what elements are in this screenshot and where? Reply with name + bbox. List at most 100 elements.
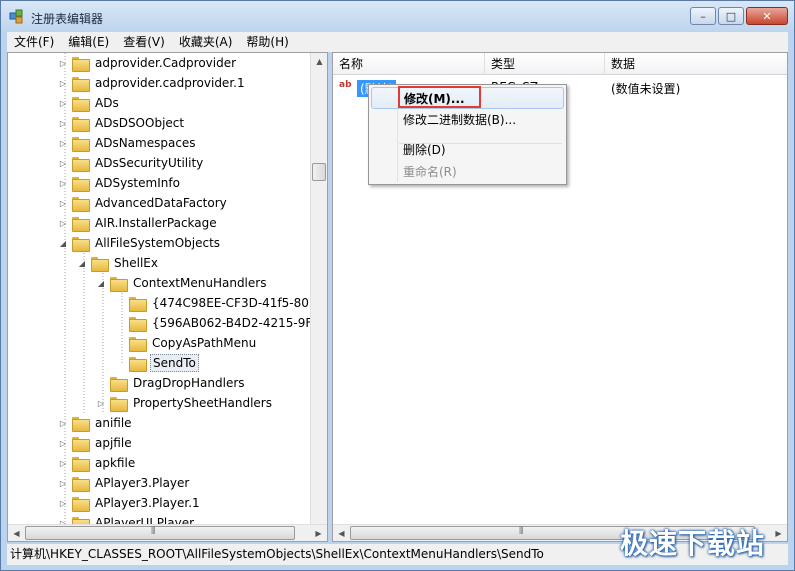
column-header-type[interactable]: 类型 bbox=[485, 53, 605, 75]
highlight-box bbox=[398, 86, 481, 108]
tree-item-label[interactable]: apkfile bbox=[93, 455, 137, 471]
tree-expander-icon[interactable]: ▷ bbox=[58, 218, 68, 228]
tree-expander-icon[interactable]: ▷ bbox=[58, 458, 68, 468]
tree-item[interactable]: SendTo bbox=[115, 353, 199, 373]
tree-expander-icon[interactable]: ◢ bbox=[58, 238, 68, 248]
tree-expander-icon[interactable]: ▷ bbox=[58, 58, 68, 68]
menu-view[interactable]: 查看(V) bbox=[116, 32, 172, 52]
title-bar[interactable]: 注册表编辑器 – □ ✕ bbox=[1, 1, 794, 32]
tree-item-label[interactable]: {474C98EE-CF3D-41f5-80E3 bbox=[150, 295, 326, 311]
folder-icon bbox=[72, 436, 90, 452]
tree-expander-icon[interactable]: ▷ bbox=[58, 418, 68, 428]
tree-expander-icon[interactable]: ▷ bbox=[58, 478, 68, 488]
tree-item-label[interactable]: CopyAsPathMenu bbox=[150, 335, 258, 351]
tree-item[interactable]: ▷ adprovider.cadprovider.1 bbox=[58, 73, 247, 93]
tree-item[interactable]: ▷ ADs bbox=[58, 93, 121, 113]
tree-expander-icon[interactable]: ▷ bbox=[58, 438, 68, 448]
tree-item-label[interactable]: AdvancedDataFactory bbox=[93, 195, 229, 211]
column-header-name[interactable]: 名称 bbox=[333, 53, 485, 75]
tree-item[interactable]: ▷ AIR.InstallerPackage bbox=[58, 213, 219, 233]
tree-item-label[interactable]: DragDropHandlers bbox=[131, 375, 247, 391]
tree-item[interactable]: ▷ PropertySheetHandlers bbox=[96, 393, 274, 413]
tree-item-label[interactable]: APlayer3.Player.1 bbox=[93, 495, 202, 511]
scroll-left-arrow-icon[interactable]: ◀ bbox=[8, 525, 25, 541]
tree-item-label[interactable]: AllFileSystemObjects bbox=[93, 235, 222, 251]
menu-file[interactable]: 文件(F) bbox=[7, 32, 61, 52]
tree-item[interactable]: ▷ APlayer3.Player bbox=[58, 473, 191, 493]
tree-item-label[interactable]: adprovider.Cadprovider bbox=[93, 55, 238, 71]
folder-icon bbox=[72, 56, 90, 72]
tree-item-label[interactable]: ADs bbox=[93, 95, 121, 111]
tree-item[interactable]: DragDropHandlers bbox=[96, 373, 247, 393]
tree-expander-icon[interactable]: ◢ bbox=[96, 278, 106, 288]
tree-expander-icon bbox=[115, 358, 125, 368]
folder-icon bbox=[110, 396, 128, 412]
tree-item-label[interactable]: ContextMenuHandlers bbox=[131, 275, 268, 291]
column-header-data[interactable]: 数据 bbox=[605, 53, 787, 75]
tree-expander-icon[interactable]: ▷ bbox=[58, 158, 68, 168]
tree-item[interactable]: {474C98EE-CF3D-41f5-80E3 bbox=[115, 293, 326, 313]
tree-item-label[interactable]: ShellEx bbox=[112, 255, 160, 271]
tree-item-label[interactable]: adprovider.cadprovider.1 bbox=[93, 75, 247, 91]
tree-expander-icon[interactable]: ▷ bbox=[58, 118, 68, 128]
scroll-right-arrow-icon[interactable]: ▶ bbox=[310, 525, 327, 541]
tree-item[interactable]: ◢ ShellEx bbox=[77, 253, 160, 273]
tree-item[interactable]: ▷ APlayer3.Player.1 bbox=[58, 493, 202, 513]
tree-item[interactable]: ◢ ContextMenuHandlers bbox=[96, 273, 268, 293]
tree-hscroll-thumb[interactable]: ⦀ bbox=[25, 526, 295, 540]
tree-item-label[interactable]: APlayer3.Player bbox=[93, 475, 191, 491]
tree-item-label[interactable]: ADsDSOObject bbox=[93, 115, 186, 131]
tree-vertical-scrollbar[interactable]: ▲ bbox=[310, 53, 327, 525]
tree-item[interactable]: ▷ ADsSecurityUtility bbox=[58, 153, 205, 173]
menu-bar: 文件(F) 编辑(E) 查看(V) 收藏夹(A) 帮助(H) bbox=[7, 32, 788, 52]
tree-expander-icon[interactable]: ▷ bbox=[58, 498, 68, 508]
tree-expander-icon[interactable]: ▷ bbox=[96, 398, 106, 408]
tree-item-label[interactable]: AIR.InstallerPackage bbox=[93, 215, 219, 231]
menu-help[interactable]: 帮助(H) bbox=[239, 32, 295, 52]
tree-item-label[interactable]: ADsNamespaces bbox=[93, 135, 198, 151]
tree-item-label[interactable]: {596AB062-B4D2-4215-9F74 bbox=[150, 315, 327, 331]
registry-tree[interactable]: ▷ adprovider.Cadprovider ▷ adprovider.cadpr… bbox=[7, 52, 328, 542]
scroll-left-arrow-icon[interactable]: ◀ bbox=[333, 525, 350, 541]
minimize-button[interactable]: – bbox=[690, 7, 716, 25]
tree-item[interactable]: ▷ apkfile bbox=[58, 453, 137, 473]
close-button[interactable]: ✕ bbox=[746, 7, 788, 25]
tree-item-label[interactable]: apjfile bbox=[93, 435, 134, 451]
string-value-icon: ab bbox=[339, 80, 352, 90]
tree-item-label[interactable]: anifile bbox=[93, 415, 134, 431]
tree-expander-icon[interactable]: ▷ bbox=[58, 198, 68, 208]
tree-item-label[interactable]: ADSystemInfo bbox=[93, 175, 182, 191]
maximize-button[interactable]: □ bbox=[718, 7, 744, 25]
tree-item[interactable]: ◢ AllFileSystemObjects bbox=[58, 233, 222, 253]
folder-icon bbox=[129, 356, 147, 372]
tree-item[interactable]: CopyAsPathMenu bbox=[115, 333, 258, 353]
folder-icon bbox=[72, 456, 90, 472]
tree-item[interactable]: ▷ AdvancedDataFactory bbox=[58, 193, 229, 213]
menu-item-rename[interactable]: 重命名(R) bbox=[371, 161, 564, 183]
tree-expander-icon[interactable]: ▷ bbox=[58, 78, 68, 88]
scroll-grip-icon: ⦀ bbox=[151, 526, 156, 537]
folder-icon bbox=[110, 376, 128, 392]
tree-item[interactable]: ▷ anifile bbox=[58, 413, 134, 433]
tree-item[interactable]: ▷ ADsNamespaces bbox=[58, 133, 198, 153]
tree-expander-icon[interactable]: ◢ bbox=[77, 258, 87, 268]
tree-item[interactable]: ▷ ADSystemInfo bbox=[58, 173, 182, 193]
tree-horizontal-scrollbar[interactable]: ◀ ⦀ ▶ bbox=[8, 524, 327, 541]
scroll-right-arrow-icon[interactable]: ▶ bbox=[770, 525, 787, 541]
tree-item-label[interactable]: ADsSecurityUtility bbox=[93, 155, 205, 171]
menu-item-delete[interactable]: 删除(D) bbox=[371, 139, 564, 161]
menu-favorites[interactable]: 收藏夹(A) bbox=[172, 32, 240, 52]
tree-item[interactable]: {596AB062-B4D2-4215-9F74 bbox=[115, 313, 327, 333]
tree-item-label[interactable]: SendTo bbox=[150, 354, 199, 372]
menu-item-modify-binary[interactable]: 修改二进制数据(B)... bbox=[371, 109, 564, 131]
scroll-up-arrow-icon[interactable]: ▲ bbox=[311, 53, 327, 70]
tree-vscroll-thumb[interactable] bbox=[312, 163, 326, 181]
tree-expander-icon[interactable]: ▷ bbox=[58, 98, 68, 108]
tree-item[interactable]: ▷ apjfile bbox=[58, 433, 134, 453]
tree-item-label[interactable]: PropertySheetHandlers bbox=[131, 395, 274, 411]
tree-expander-icon[interactable]: ▷ bbox=[58, 178, 68, 188]
menu-edit[interactable]: 编辑(E) bbox=[61, 32, 116, 52]
tree-item[interactable]: ▷ adprovider.Cadprovider bbox=[58, 53, 238, 73]
tree-expander-icon[interactable]: ▷ bbox=[58, 138, 68, 148]
tree-item[interactable]: ▷ ADsDSOObject bbox=[58, 113, 186, 133]
